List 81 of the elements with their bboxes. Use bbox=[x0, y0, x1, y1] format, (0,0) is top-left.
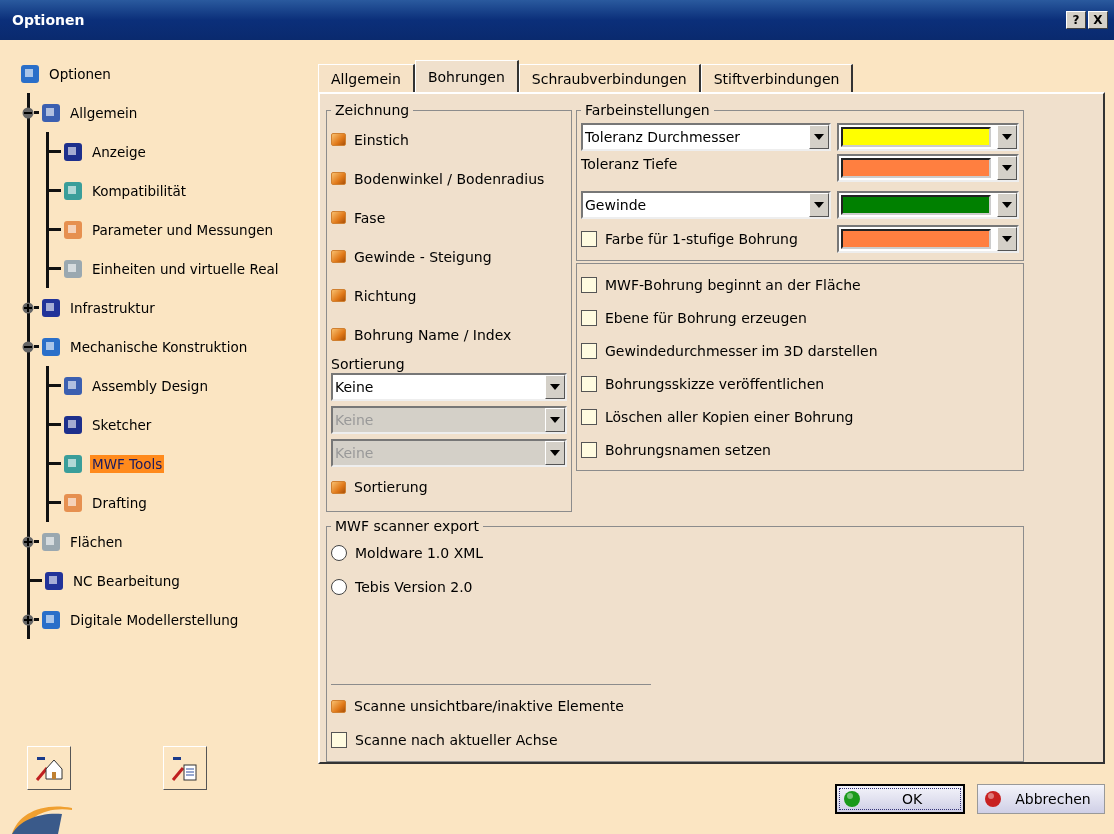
checkbox[interactable] bbox=[331, 211, 346, 224]
checkbox-label: Ebene für Bohrung erzeugen bbox=[605, 309, 807, 326]
tree-item[interactable]: Mechanische Konstruktion bbox=[68, 337, 250, 356]
tree-item[interactable]: Kompatibilität bbox=[90, 181, 189, 200]
checkbox[interactable] bbox=[581, 309, 597, 326]
checkbox[interactable] bbox=[331, 133, 346, 146]
checkbox-label: Scanne nach aktueller Achse bbox=[355, 732, 558, 748]
checkbox-label: Einstich bbox=[354, 131, 409, 148]
tree-item[interactable]: Einheiten und virtuelle Real bbox=[90, 259, 281, 278]
checkbox[interactable] bbox=[581, 441, 597, 458]
checkbox[interactable] bbox=[331, 250, 346, 263]
checkbox[interactable] bbox=[331, 699, 346, 713]
color-dropdown[interactable] bbox=[837, 154, 1019, 182]
checkbox[interactable] bbox=[331, 328, 346, 341]
radio-button[interactable] bbox=[331, 579, 347, 595]
group-title: Zeichnung bbox=[334, 102, 411, 118]
checkbox[interactable] bbox=[581, 375, 597, 392]
tab[interactable]: Schraubverbindungen bbox=[518, 64, 701, 92]
field-label: Sortierung bbox=[331, 356, 406, 372]
checkbox-label: Sortierung bbox=[354, 479, 428, 495]
ok-button[interactable]: OK bbox=[835, 784, 965, 814]
dropdown[interactable]: Keine bbox=[331, 373, 567, 401]
tab[interactable]: Stiftverbindungen bbox=[700, 64, 854, 92]
tree-item[interactable]: Anzeige bbox=[90, 142, 148, 161]
group-title: MWF scanner export bbox=[334, 518, 480, 534]
close-button[interactable]: X bbox=[1088, 11, 1108, 29]
tree-item[interactable]: Assembly Design bbox=[90, 376, 210, 395]
tree-item[interactable]: Flächen bbox=[68, 532, 125, 551]
tree-item[interactable]: Optionen bbox=[47, 64, 113, 83]
checkbox-label: Scanne unsichtbare/inaktive Elemente bbox=[354, 698, 624, 714]
checkbox[interactable] bbox=[581, 342, 597, 359]
radio-label: Tebis Version 2.0 bbox=[355, 579, 473, 595]
checkbox-label: Gewinde - Steigung bbox=[354, 248, 492, 265]
checkbox-label: Bodenwinkel / Bodenradius bbox=[354, 170, 545, 187]
dropdown[interactable]: Toleranz Durchmesser bbox=[581, 123, 831, 151]
checkbox-label: Fase bbox=[354, 209, 386, 226]
collapse-icon[interactable] bbox=[22, 340, 34, 353]
tool-button[interactable] bbox=[163, 746, 207, 790]
checkbox[interactable] bbox=[331, 732, 347, 748]
color-dropdown[interactable] bbox=[837, 123, 1019, 151]
expand-icon[interactable] bbox=[22, 301, 34, 314]
tree-item[interactable]: Allgemein bbox=[68, 103, 140, 122]
radio-button[interactable] bbox=[331, 545, 347, 561]
tree-item[interactable]: NC Bearbeitung bbox=[71, 571, 182, 590]
checkbox[interactable] bbox=[331, 289, 346, 302]
tree-item[interactable]: MWF Tools bbox=[90, 454, 165, 473]
checkbox-label: Löschen aller Kopien einer Bohrung bbox=[605, 408, 854, 425]
window-title: Optionen bbox=[12, 12, 85, 28]
group-title: Farbeinstellungen bbox=[584, 102, 711, 118]
help-button[interactable]: ? bbox=[1066, 11, 1086, 29]
checkbox[interactable] bbox=[331, 172, 346, 185]
tree-item[interactable]: Infrastruktur bbox=[68, 298, 157, 317]
tool-button[interactable] bbox=[27, 746, 71, 790]
tab[interactable]: Allgemein bbox=[318, 64, 415, 92]
cancel-button[interactable]: Abbrechen bbox=[977, 784, 1105, 814]
field-label: Toleranz Tiefe bbox=[581, 156, 678, 172]
checkbox[interactable] bbox=[581, 408, 597, 425]
tree-item[interactable]: Sketcher bbox=[90, 415, 154, 434]
checkbox-label: Richtung bbox=[354, 287, 417, 304]
color-dropdown[interactable] bbox=[837, 225, 1019, 253]
status-dot-icon bbox=[984, 790, 1002, 808]
checkbox-label: MWF-Bohrung beginnt an der Fläche bbox=[605, 276, 861, 293]
collapse-icon[interactable] bbox=[22, 106, 34, 119]
checkbox-label: Bohrungsnamen setzen bbox=[605, 441, 771, 458]
checkbox-label: Bohrungsskizze veröffentlichen bbox=[605, 375, 825, 392]
color-dropdown[interactable] bbox=[837, 191, 1019, 219]
tree-item[interactable]: Drafting bbox=[90, 493, 149, 512]
checkbox-label: Bohrung Name / Index bbox=[354, 326, 512, 343]
expand-icon[interactable] bbox=[22, 613, 34, 626]
expand-icon[interactable] bbox=[22, 535, 34, 548]
dropdown[interactable]: Gewinde bbox=[581, 191, 831, 219]
tree-item[interactable]: Parameter und Messungen bbox=[90, 220, 276, 239]
checkbox[interactable] bbox=[581, 276, 597, 293]
checkbox[interactable] bbox=[331, 480, 346, 494]
tree-item[interactable]: Digitale Modellerstellung bbox=[68, 610, 241, 629]
checkbox-label: Farbe für 1-stufige Bohrung bbox=[605, 231, 798, 247]
checkbox-label: Gewindedurchmesser im 3D darstellen bbox=[605, 342, 878, 359]
radio-label: Moldware 1.0 XML bbox=[355, 545, 484, 561]
checkbox[interactable] bbox=[581, 231, 597, 247]
tab[interactable]: Bohrungen bbox=[414, 60, 519, 92]
status-dot-icon bbox=[843, 790, 861, 808]
